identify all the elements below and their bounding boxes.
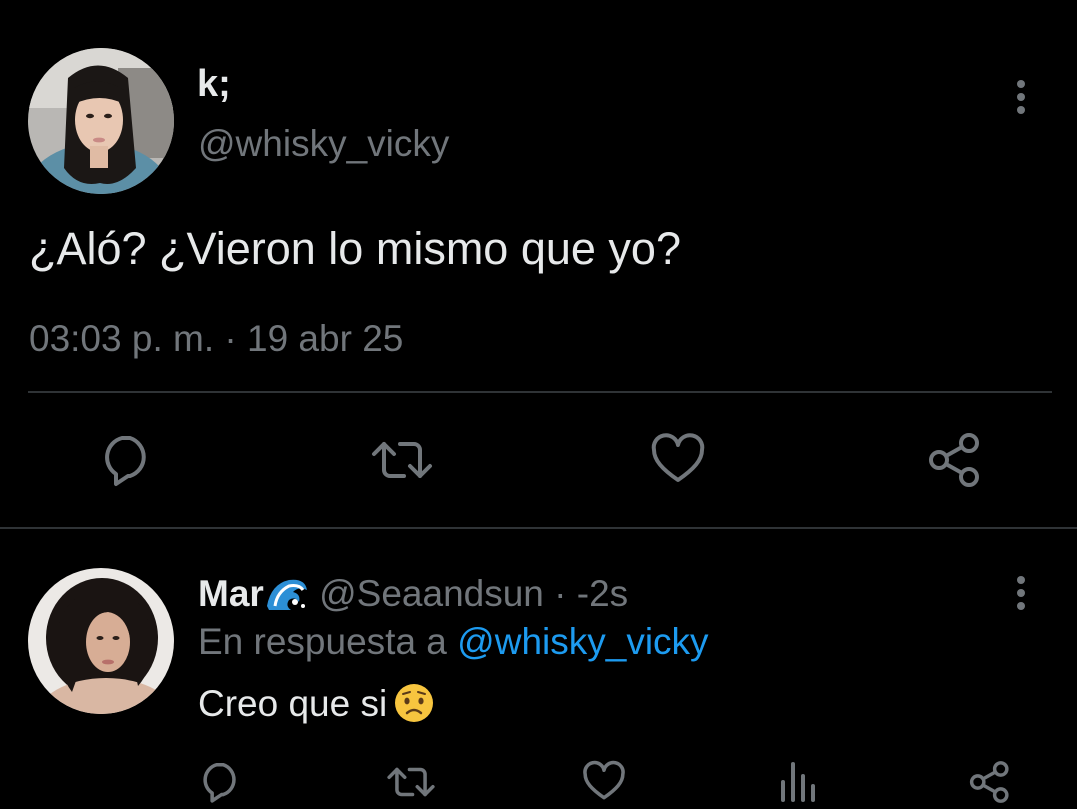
more-vertical-icon — [1017, 80, 1025, 114]
main-tweet-text: ¿Aló? ¿Vieron lo mismo que yo? — [29, 223, 681, 274]
reply-tweet-like-button[interactable] — [582, 760, 626, 809]
more-vertical-icon — [1017, 576, 1025, 610]
retweet-icon — [372, 442, 432, 478]
share-icon — [969, 761, 1009, 803]
reply-tweet-time: -2s — [576, 573, 629, 614]
reply-tweet-text-content: Creo que si — [198, 683, 388, 724]
main-tweet-share-button[interactable] — [925, 432, 985, 493]
worried-face-emoji-icon — [393, 682, 435, 738]
main-tweet-like-button[interactable] — [650, 432, 706, 493]
reply-icon — [105, 436, 146, 486]
reply-tweet-display-name[interactable]: Mar — [198, 573, 264, 614]
main-tweet-date: 19 abr 25 — [247, 318, 404, 359]
reply-tweet-more-button[interactable] — [1006, 574, 1036, 614]
reply-tweet-header: Mar @Seaandsun · -2s — [198, 570, 628, 624]
reply-tweet-share-button[interactable] — [967, 760, 1013, 809]
reply-tweet-avatar[interactable] — [28, 568, 174, 714]
heart-icon — [583, 760, 625, 800]
main-tweet-more-button[interactable] — [1006, 78, 1036, 118]
reply-icon — [203, 762, 236, 803]
avatar-photo — [28, 48, 174, 194]
reply-tweet-reply-button[interactable] — [198, 760, 242, 809]
reply-tweet-retweet-button[interactable] — [386, 760, 436, 809]
reply-tweet-handle[interactable]: @Seaandsun — [319, 573, 544, 614]
main-tweet-avatar[interactable] — [28, 48, 174, 194]
main-tweet-display-name[interactable]: k; — [197, 62, 231, 106]
retweet-icon — [387, 767, 435, 797]
main-tweet-handle[interactable]: @whisky_vicky — [198, 120, 449, 168]
reply-tweet-text: Creo que si — [198, 678, 435, 738]
divider — [0, 527, 1077, 529]
heart-icon — [651, 433, 705, 482]
reply-context-mention-link[interactable]: @whisky_vicky — [457, 621, 708, 662]
views-icon — [781, 762, 815, 802]
main-tweet-meta: 03:03 p. m. · 19 abr 25 — [29, 313, 403, 365]
share-icon — [929, 433, 979, 487]
divider — [28, 391, 1052, 393]
main-tweet-time: 03:03 p. m. — [29, 318, 215, 359]
reply-context-prefix: En respuesta a — [198, 621, 447, 662]
avatar-photo — [28, 568, 174, 714]
water-wave-emoji-icon — [265, 576, 309, 624]
main-tweet-reply-button[interactable] — [98, 432, 154, 493]
header-separator: · — [554, 573, 567, 614]
reply-context: En respuesta a @whisky_vicky — [198, 618, 709, 666]
reply-tweet-views-button[interactable] — [775, 760, 819, 809]
meta-separator: · — [224, 318, 237, 359]
main-tweet-retweet-button[interactable] — [370, 432, 434, 493]
